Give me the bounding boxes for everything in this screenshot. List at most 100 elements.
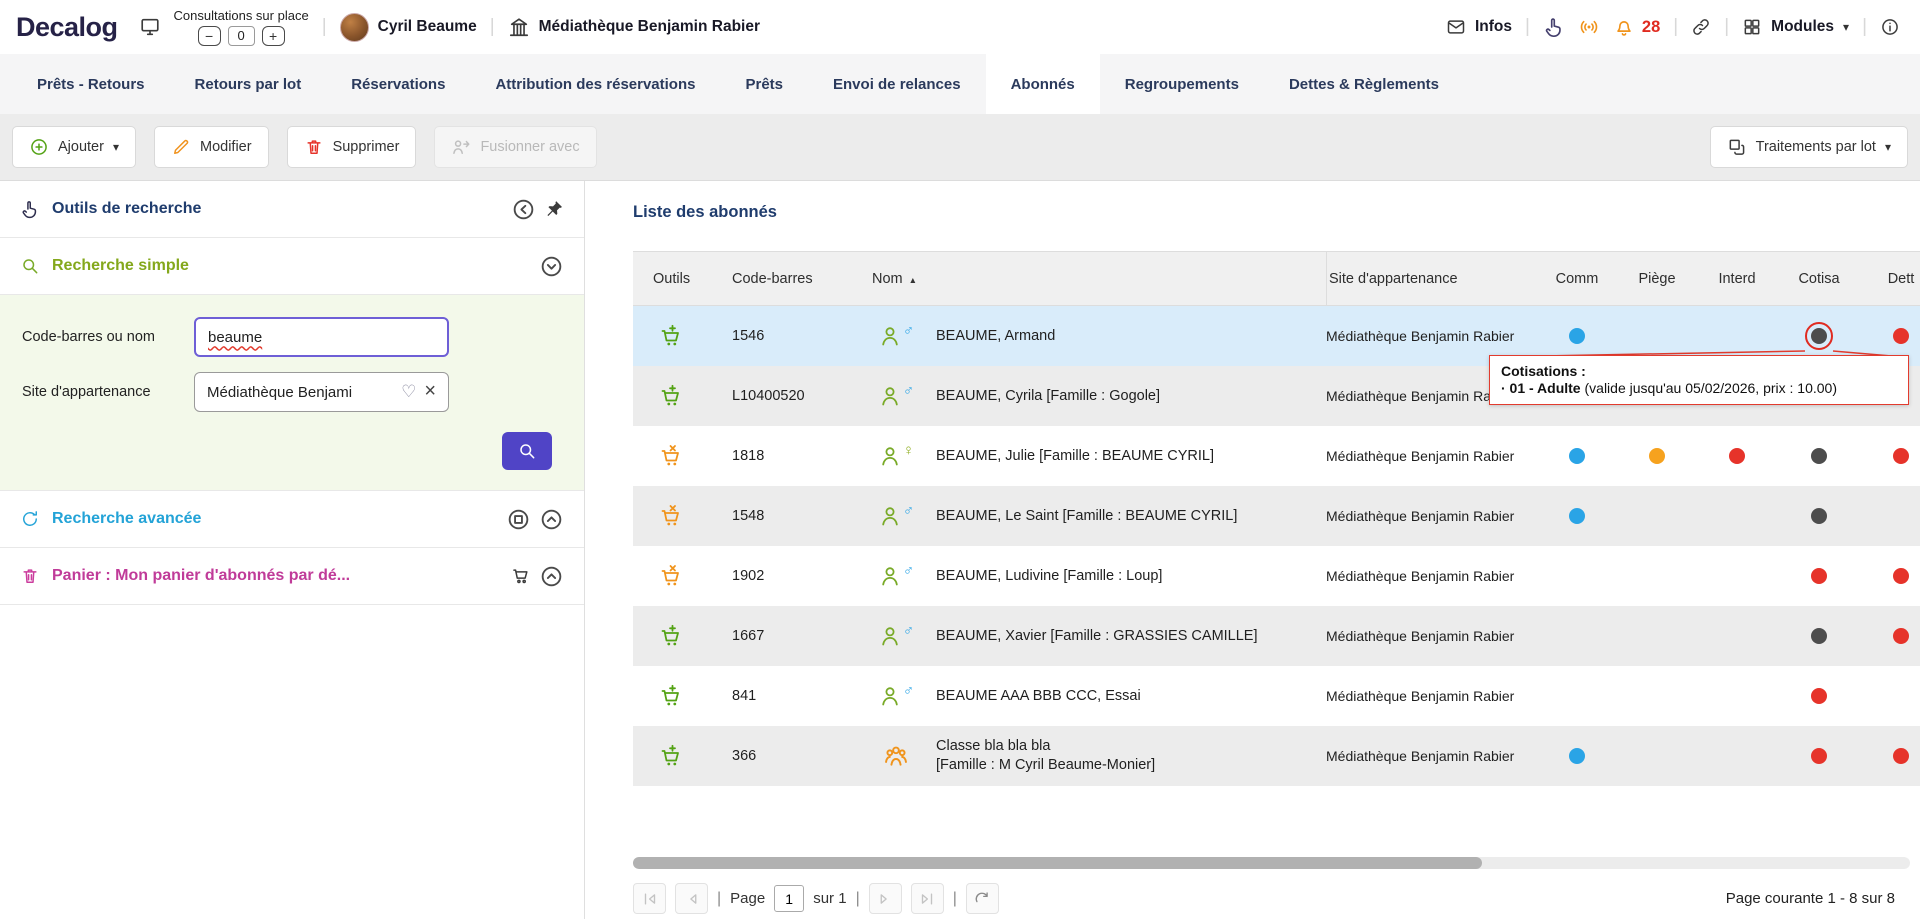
cart-add-icon[interactable] [659,324,683,348]
dot-comm[interactable] [1569,448,1585,464]
infos-button[interactable]: Infos [1446,17,1512,37]
batch-button[interactable]: Traitements par lot [1710,126,1908,168]
col-piege[interactable]: Piège [1617,252,1697,305]
tab-envoi-de-relances[interactable]: Envoi de relances [808,54,986,114]
cart-remove-icon[interactable] [659,564,683,588]
increment-button[interactable] [262,26,285,46]
clear-icon[interactable] [424,384,436,401]
col-nom-label: Nom [872,271,903,287]
chevron-up-icon[interactable] [539,564,564,589]
col-cotisa[interactable]: Cotisa [1777,252,1861,305]
cart-icon[interactable] [511,566,531,586]
tab-prets-retours[interactable]: Prêts - Retours [12,54,170,114]
name-cell: BEAUME, Cyrila [Famille : Gogole] [936,366,1326,426]
add-button[interactable]: Ajouter [12,126,136,168]
refresh-button[interactable] [966,883,999,914]
tab-retours-par-lot[interactable]: Retours par lot [170,54,327,114]
dot-cotisa[interactable] [1811,448,1827,464]
cart-add-icon[interactable] [659,624,683,648]
page-input[interactable] [774,885,804,912]
cart-remove-icon[interactable] [659,504,683,528]
table-row[interactable]: 1548♂BEAUME, Le Saint [Famille : BEAUME … [633,486,1920,546]
cart-add-icon[interactable] [659,744,683,768]
advanced-search-header[interactable]: Recherche avancée [0,491,584,548]
col-interd[interactable]: Interd [1697,252,1777,305]
dot-dett[interactable] [1893,328,1909,344]
tab-reservations[interactable]: Réservations [326,54,470,114]
barcode-input[interactable]: beaume [194,317,449,357]
chevron-up-icon[interactable] [539,507,564,532]
dot-dett[interactable] [1893,448,1909,464]
cart-add-icon[interactable] [659,384,683,408]
tab-regroupements[interactable]: Regroupements [1100,54,1264,114]
chevron-down-icon [113,139,119,155]
col-nom[interactable]: Nom [856,252,1326,305]
tab-prets[interactable]: Prêts [720,54,808,114]
table-row[interactable]: 1902♂BEAUME, Ludivine [Famille : Loup]Mé… [633,546,1920,606]
col-site[interactable]: Site d'appartenance [1326,252,1537,305]
favorite-icon[interactable] [401,382,416,402]
last-page-button[interactable] [911,883,944,914]
info-icon[interactable] [1880,17,1900,37]
dot-dett[interactable] [1893,628,1909,644]
delete-button[interactable]: Supprimer [287,126,417,168]
simple-search-header[interactable]: Recherche simple [0,238,584,295]
dot-dett[interactable] [1893,568,1909,584]
link-icon[interactable] [1691,17,1711,37]
consultations-count[interactable]: 0 [228,26,255,46]
chevron-down-icon[interactable] [539,254,564,279]
table-row[interactable]: 1667♂BEAUME, Xavier [Famille : GRASSIES … [633,606,1920,666]
cart-remove-icon[interactable] [659,444,683,468]
notifications-button[interactable]: 28 [1613,16,1660,38]
hand-icon[interactable] [1543,16,1565,38]
dot-cotisa[interactable] [1811,688,1827,704]
decrement-button[interactable] [198,26,221,46]
simple-search-title: Recherche simple [52,257,189,275]
modules-menu[interactable]: Modules [1742,17,1849,37]
dot-dett-cell [1861,666,1920,726]
edit-button[interactable]: Modifier [154,126,269,168]
h-scrollbar-thumb[interactable] [633,857,1482,869]
table-row[interactable]: 1818♀BEAUME, Julie [Famille : BEAUME CYR… [633,426,1920,486]
table-row[interactable]: 841♂BEAUME AAA BBB CCC, EssaiMédiathèque… [633,666,1920,726]
cart-add-icon[interactable] [659,684,683,708]
toolbar: Ajouter Modifier Supprimer Fusionner ave… [0,114,1920,181]
pin-icon[interactable] [544,199,564,219]
basket-header[interactable]: Panier : Mon panier d'abonnés par dé... [0,548,584,605]
barcode-cell: 1548 [708,486,856,546]
first-page-button[interactable] [633,883,666,914]
dot-comm[interactable] [1569,328,1585,344]
window-icon[interactable] [506,507,531,532]
tab-attribution-des-reservations[interactable]: Attribution des réservations [470,54,720,114]
col-dett[interactable]: Dett [1861,252,1920,305]
dot-comm[interactable] [1569,748,1585,764]
dot-cotisa[interactable] [1811,568,1827,584]
dot-piege[interactable] [1649,448,1665,464]
user-avatar[interactable] [340,13,369,42]
signal-icon[interactable] [1578,16,1600,38]
current-user[interactable]: Cyril Beaume [340,13,477,42]
prev-page-button[interactable] [675,883,708,914]
h-scrollbar[interactable] [633,857,1910,869]
col-comm[interactable]: Comm [1537,252,1617,305]
col-code-barres[interactable]: Code-barres [708,252,856,305]
dot-interd[interactable] [1729,448,1745,464]
col-outils[interactable]: Outils [633,252,708,305]
dot-comm[interactable] [1569,508,1585,524]
dot-cotisa[interactable] [1811,328,1827,344]
header-actions [511,197,564,222]
tab-abonnes[interactable]: Abonnés [986,54,1100,114]
table-row[interactable]: 366Classe bla bla bla[Famille : M Cyril … [633,726,1920,786]
envelope-icon [1446,17,1466,37]
dot-cotisa[interactable] [1811,748,1827,764]
collapse-panel-icon[interactable] [511,197,536,222]
next-page-icon [876,890,894,908]
dot-cotisa[interactable] [1811,508,1827,524]
tab-dettes-reglements[interactable]: Dettes & Règlements [1264,54,1464,114]
search-button[interactable] [502,432,552,470]
next-page-button[interactable] [869,883,902,914]
dot-cotisa[interactable] [1811,628,1827,644]
site-select[interactable]: Médiathèque Benjami [194,372,449,412]
merge-button[interactable]: Fusionner avec [434,126,596,168]
dot-dett[interactable] [1893,748,1909,764]
